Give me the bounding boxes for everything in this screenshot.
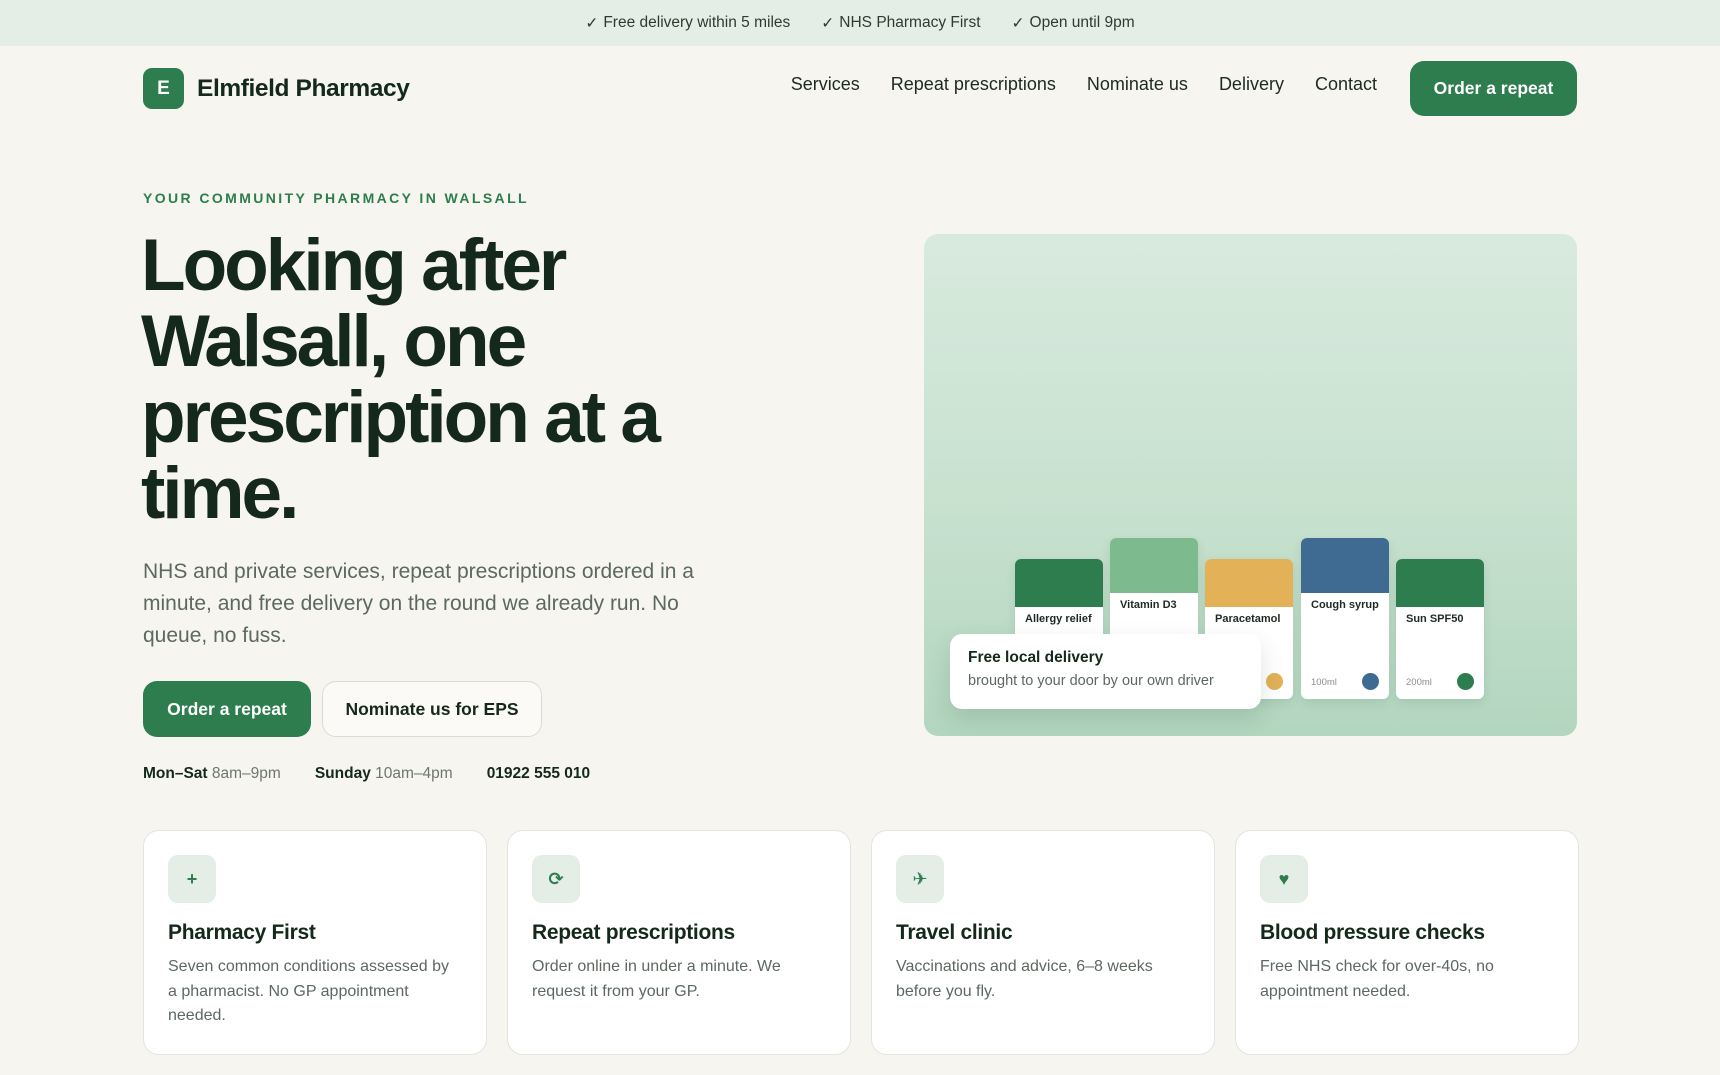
product-dot [1362, 673, 1379, 690]
nominate-eps-button[interactable]: Nominate us for EPS [322, 681, 542, 737]
logo-mark: E [143, 68, 184, 109]
nav-link-repeat-prescriptions[interactable]: Repeat prescriptions [891, 74, 1056, 95]
nav-link-delivery[interactable]: Delivery [1219, 74, 1284, 95]
product-dot [1266, 673, 1283, 690]
services-grid: + Pharmacy First Seven common conditions… [143, 830, 1579, 1055]
hours-weekday-label: Mon–Sat [143, 765, 208, 782]
nav-link-services[interactable]: Services [791, 74, 860, 95]
product-dot [1457, 673, 1474, 690]
heart-icon: ♥ [1260, 855, 1308, 903]
product-cap [1396, 559, 1484, 607]
plus-icon: + [168, 855, 216, 903]
check-icon: ✓ [1011, 14, 1025, 32]
service-title: Repeat prescriptions [532, 921, 735, 944]
product-volume: 200ml [1406, 677, 1432, 688]
service-title: Blood pressure checks [1260, 921, 1485, 944]
delivery-card: Free local delivery brought to your door… [950, 634, 1261, 709]
hero-title: Looking after Walsall, one prescription … [141, 225, 661, 534]
check-icon: ✓ [821, 14, 835, 32]
service-card-blood-pressure[interactable]: ♥ Blood pressure checks Free NHS check f… [1235, 830, 1579, 1055]
product-cap [1205, 559, 1293, 607]
hours-weekday: Mon–Sat 8am–9pm [143, 765, 281, 783]
service-title: Pharmacy First [168, 921, 316, 944]
delivery-card-title: Free local delivery [968, 649, 1104, 666]
product-cap [1110, 538, 1198, 593]
service-title: Travel clinic [896, 921, 1013, 944]
product-box: Sun SPF50 200ml [1396, 559, 1484, 699]
product-label: Vitamin D3 [1120, 599, 1177, 611]
announcement-text: NHS Pharmacy First [839, 14, 981, 31]
announcement-item: ✓ Free delivery within 5 miles [585, 14, 790, 33]
announcement-text: Open until 9pm [1029, 14, 1135, 31]
hero-illustration: Allergy relief Vitamin D3 Paracetamol Co… [924, 234, 1577, 736]
delivery-card-subtitle: brought to your door by our own driver [968, 673, 1214, 689]
product-cap [1301, 538, 1389, 593]
product-label: Cough syrup [1311, 599, 1379, 611]
product-label: Paracetamol [1215, 613, 1281, 625]
service-description: Order online in under a minute. We reque… [532, 958, 781, 1000]
service-card-repeat-prescriptions[interactable]: ⟳ Repeat prescriptions Order online in u… [507, 830, 851, 1055]
service-card-travel-clinic[interactable]: ✈ Travel clinic Vaccinations and advice,… [871, 830, 1215, 1055]
nav-link-nominate-us[interactable]: Nominate us [1087, 74, 1188, 95]
hours-sunday-label: Sunday [314, 765, 371, 782]
refresh-icon: ⟳ [532, 855, 580, 903]
service-description: Seven common conditions assessed by a ph… [168, 958, 450, 1024]
announcement-item: ✓ Open until 9pm [1012, 14, 1135, 33]
service-description: Vaccinations and advice, 6–8 weeks befor… [896, 958, 1153, 1000]
hours-sunday-time: 10am–4pm [375, 765, 453, 782]
announcement-bar: ✓ Free delivery within 5 miles ✓ NHS Pha… [0, 0, 1720, 46]
hero-eyebrow: YOUR COMMUNITY PHARMACY IN WALSALL [143, 190, 529, 206]
product-label: Allergy relief [1025, 613, 1092, 625]
opening-hours: Mon–Sat 8am–9pm Sunday 10am–4pm 01922 55… [143, 765, 590, 783]
brand-name: Elmfield Pharmacy [197, 74, 410, 102]
announcement-item: ✓ NHS Pharmacy First [821, 14, 980, 33]
product-box: Cough syrup 100ml [1301, 538, 1389, 699]
check-icon: ✓ [585, 14, 599, 32]
announcement-text: Free delivery within 5 miles [603, 14, 791, 31]
phone-number[interactable]: 01922 555 010 [487, 765, 590, 783]
hours-weekday-time: 8am–9pm [211, 765, 281, 782]
main-nav: Services Repeat prescriptions Nominate u… [791, 74, 1377, 95]
nav-link-contact[interactable]: Contact [1315, 74, 1377, 95]
site-logo[interactable]: E Elmfield Pharmacy [143, 68, 410, 109]
service-description: Free NHS check for over-40s, no appointm… [1260, 958, 1494, 1000]
hours-sunday: Sunday 10am–4pm [315, 765, 453, 783]
plane-icon: ✈ [896, 855, 944, 903]
hero-subtitle: NHS and private services, repeat prescri… [143, 560, 694, 647]
product-volume: 100ml [1311, 677, 1337, 688]
service-card-pharmacy-first[interactable]: + Pharmacy First Seven common conditions… [143, 830, 487, 1055]
header-order-repeat-button[interactable]: Order a repeat [1410, 61, 1577, 116]
product-cap [1015, 559, 1103, 607]
product-label: Sun SPF50 [1406, 613, 1464, 625]
hero-order-repeat-button[interactable]: Order a repeat [143, 681, 311, 737]
